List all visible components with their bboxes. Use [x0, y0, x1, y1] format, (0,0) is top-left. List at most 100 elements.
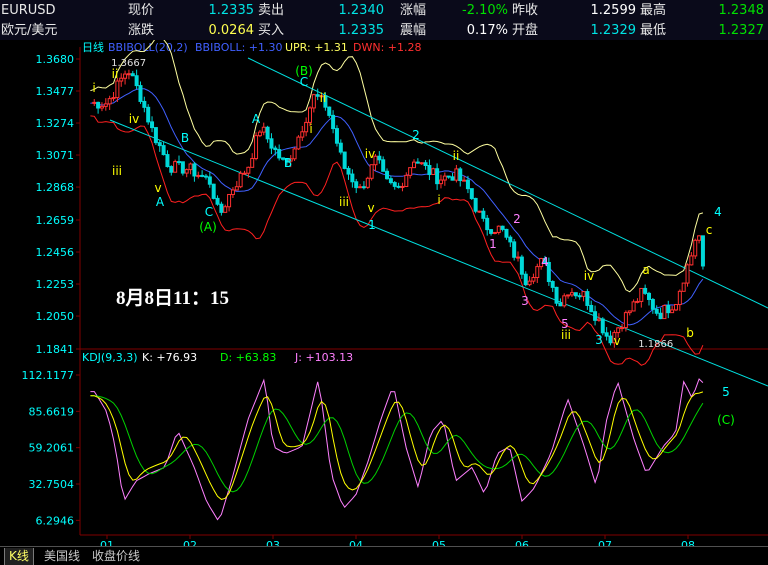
candle-body [165, 154, 170, 168]
candle-body [600, 318, 605, 334]
candle-body [465, 179, 470, 190]
quote-label-change: 涨跌 [128, 23, 155, 38]
quote-label-amplitude: 震幅 [400, 23, 427, 38]
candle-body [211, 183, 216, 199]
wave-label-33: c [706, 223, 713, 237]
candle-body [643, 287, 648, 294]
wave-label-13: i [309, 122, 312, 136]
candle-body [238, 172, 243, 188]
kdj-tick-label: 32.7504 [29, 478, 75, 491]
candle-body [508, 236, 513, 243]
candle-body [496, 225, 501, 233]
quote-label-ask: 卖出 [258, 3, 285, 18]
candle-body [119, 77, 124, 82]
quote-value-amplitude: 0.17% [466, 23, 508, 38]
price-tick-label: 1.3680 [36, 53, 75, 66]
candle-body [169, 166, 174, 173]
candle-body [311, 94, 316, 109]
candle-body [620, 327, 625, 330]
quote-label-low: 最低 [640, 23, 667, 38]
candle-body [99, 105, 104, 109]
kdj-tick-label: 112.1177 [22, 369, 75, 382]
x-tick-label: 05 [432, 539, 446, 546]
candle-body [338, 142, 343, 153]
price-tick-label: 1.2253 [36, 278, 75, 291]
candle-body [616, 327, 621, 334]
candle-body [527, 280, 532, 286]
candle-body [230, 189, 235, 195]
kdj-title: KDJ(9,3,3) [82, 351, 138, 364]
candle-body [180, 161, 185, 174]
kdj-tick-label: 6.2946 [36, 514, 75, 527]
wave-label-30: v [613, 334, 620, 348]
candle-body [550, 281, 555, 288]
low-label: 1.1866 [638, 339, 673, 350]
quote-value-change: 0.0264 [208, 23, 255, 38]
candle-body [385, 170, 390, 180]
candle-body [115, 80, 120, 99]
candle-body [535, 266, 540, 279]
wave-label-3: iv [129, 112, 139, 126]
candle-body [292, 148, 297, 160]
price-tick-label: 1.2659 [36, 214, 75, 227]
candle-body [593, 311, 598, 321]
quote-value-high: 1.2348 [718, 3, 765, 18]
candle-body [150, 121, 155, 129]
candle-body [500, 225, 505, 230]
wave-label-32: b [686, 326, 694, 340]
candle-body [261, 126, 266, 133]
candle-body [381, 159, 386, 172]
candle-body [662, 305, 667, 320]
candle-body [354, 181, 359, 189]
quote-label-symbol: EURUSD [1, 3, 56, 18]
tab-0[interactable]: K线 [4, 548, 34, 565]
candle-body [438, 179, 443, 185]
wave-label-7: C [205, 205, 213, 219]
candle-body [400, 185, 405, 188]
candle-body [192, 163, 197, 177]
price-tick-label: 1.3071 [36, 149, 75, 162]
candle-body [273, 147, 278, 151]
candle-body [677, 290, 682, 306]
kdj-j-label: J: +103.13 [294, 351, 353, 364]
wave-label-6: B [181, 131, 189, 145]
wave-label-34: 4 [714, 205, 722, 219]
wave-label-21: ii [453, 149, 460, 163]
candle-body [111, 97, 116, 100]
kdj-k-line [90, 391, 704, 500]
candle-body [589, 304, 594, 313]
wave-label-24: 3 [521, 294, 529, 308]
wave-label-19: 2 [412, 128, 420, 142]
quote-value-low: 1.2327 [718, 23, 765, 38]
candle-body [250, 158, 255, 168]
candle-body [623, 312, 628, 329]
candle-body [581, 291, 586, 297]
candle-body [485, 217, 490, 231]
price-tick-label: 1.2050 [36, 310, 75, 323]
tab-1[interactable]: 美国线 [40, 548, 84, 565]
kdj-tick-label: 59.2061 [29, 442, 75, 455]
quote-label-high: 最高 [640, 3, 667, 18]
x-tick-label: 03 [266, 539, 280, 546]
wave-label-16: iv [365, 147, 375, 161]
wave-label-27: iii [561, 328, 571, 342]
wave-label-17: v [367, 201, 374, 215]
candle-body [369, 164, 374, 179]
tab-2[interactable]: 收盘价线 [88, 548, 144, 565]
root: { "quote_header": { "row1": [ {"key":"sy… [0, 0, 768, 565]
wave-label-22: 1 [489, 237, 497, 251]
candle-body [685, 264, 690, 284]
period-label: 日线 [82, 40, 104, 54]
wave-label-10: B [284, 156, 292, 170]
candle-body [103, 103, 108, 107]
candle-body [388, 178, 393, 184]
wave-label-15: iii [339, 195, 349, 209]
candle-body [631, 301, 636, 312]
candle-body [681, 282, 686, 292]
wave-label-20: i [437, 193, 440, 207]
wave-label-0: i [92, 81, 95, 95]
candle-body [431, 168, 436, 176]
candle-body [331, 114, 336, 130]
candle-body [161, 145, 166, 156]
candle-body [184, 169, 189, 174]
